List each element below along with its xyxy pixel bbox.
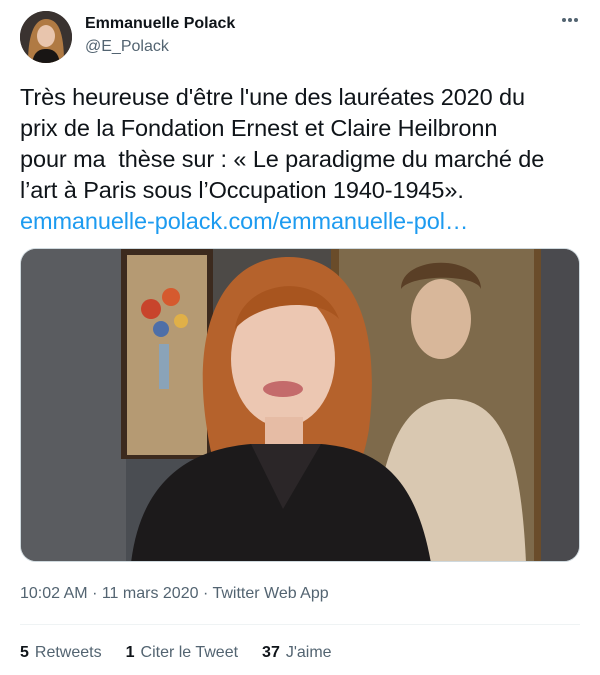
quotes-label: Citer le Tweet <box>140 644 239 661</box>
tweet-time[interactable]: 10:02 AM <box>20 585 88 602</box>
meta-separator: · <box>92 585 98 602</box>
tweet: Emmanuelle Polack @E_Polack Très heureus… <box>0 0 600 675</box>
quotes-count: 1 <box>125 644 135 661</box>
tweet-meta: 10:02 AM · 11 mars 2020 · Twitter Web Ap… <box>20 585 329 603</box>
divider <box>20 624 580 625</box>
likes-label: J'aime <box>285 644 332 661</box>
quotes-stat[interactable]: 1 Citer le Tweet <box>126 644 238 662</box>
tweet-text: Très heureuse d'être l'une des lauréates… <box>20 82 585 237</box>
likes-count: 37 <box>262 644 280 661</box>
retweets-label: Retweets <box>34 644 102 661</box>
avatar[interactable] <box>20 11 72 63</box>
tweet-source[interactable]: Twitter Web App <box>212 585 328 602</box>
likes-stat[interactable]: 37 J'aime <box>262 644 332 662</box>
retweets-count: 5 <box>20 644 29 661</box>
tweet-link[interactable]: emmanuelle-polack.com/emmanuelle-pol… <box>20 206 585 237</box>
tweet-date[interactable]: 11 mars 2020 <box>102 585 199 602</box>
retweets-stat[interactable]: 5 Retweets <box>20 644 102 662</box>
more-dots-icon[interactable] <box>560 10 580 30</box>
meta-separator: · <box>202 585 209 602</box>
tweet-text-content: Très heureuse d'être l'une des lauréates… <box>20 84 545 203</box>
tweet-stats: 5 Retweets 1 Citer le Tweet 37 J'aime <box>20 644 332 662</box>
tweet-photo[interactable] <box>20 248 580 562</box>
author-name[interactable]: Emmanuelle Polack <box>85 15 235 33</box>
author-handle[interactable]: @E_Polack <box>85 38 169 56</box>
